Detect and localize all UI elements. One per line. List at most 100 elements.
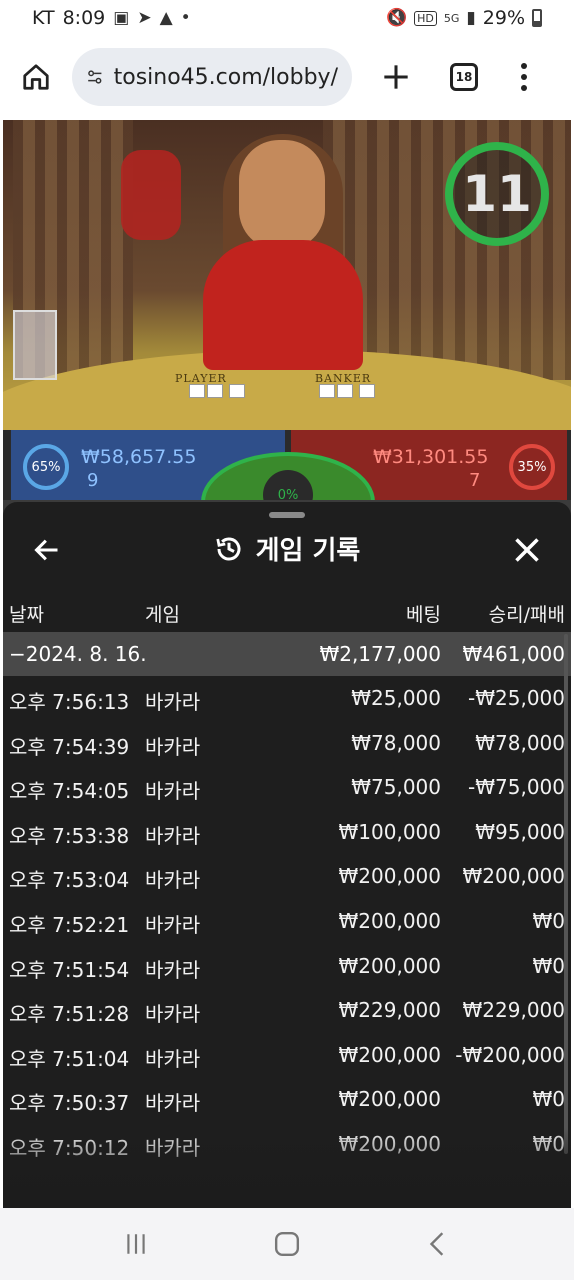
player-bettor-count: 9 <box>87 470 99 491</box>
recent-apps-icon <box>126 1234 145 1254</box>
table-row[interactable]: 오후 7:52:21 바카라 ₩200,000 ₩0 <box>3 899 571 944</box>
row-game: 바카라 <box>145 1046 201 1071</box>
table-row[interactable]: 오후 7:51:28 바카라 ₩229,000 ₩229,000 <box>3 988 571 1033</box>
column-date: 날짜 <box>9 604 44 626</box>
row-game: 바카라 <box>145 1135 201 1160</box>
game-history-modal: 게임 기록 날짜 게임 베팅 승리/패배 −2024. 8. 16. ₩2,17… <box>3 502 571 1208</box>
table-row[interactable]: 오후 7:53:38 바카라 ₩100,000 ₩95,000 <box>3 810 571 855</box>
home-button[interactable] <box>14 55 58 99</box>
dot-icon <box>521 63 527 69</box>
row-bet: ₩200,000 <box>338 864 441 889</box>
row-bet: ₩200,000 <box>338 1042 441 1067</box>
url-text: tosino45.com/lobby/ <box>113 64 338 90</box>
back-nav-button[interactable] <box>413 1224 463 1264</box>
date-group-row[interactable]: −2024. 8. 16. ₩2,177,000 ₩461,000 <box>3 632 571 676</box>
dealer-face <box>239 140 325 250</box>
row-time: 오후 7:54:39 <box>9 734 130 759</box>
row-winloss: ₩0 <box>532 1131 566 1156</box>
hd-icon: HD <box>414 10 437 26</box>
row-winloss: -₩75,000 <box>468 775 565 800</box>
row-winloss: ₩95,000 <box>475 819 565 844</box>
system-nav-bar <box>0 1208 574 1280</box>
table-row[interactable]: 오후 7:54:05 바카라 ₩75,000 -₩75,000 <box>3 765 571 810</box>
new-tab-button[interactable] <box>376 57 416 97</box>
row-time: 오후 7:50:12 <box>9 1135 130 1160</box>
dealer-video: PLAYER BANKER 11 <box>3 120 571 430</box>
row-time: 오후 7:51:04 <box>9 1046 130 1071</box>
player-percent: 65% <box>23 444 69 490</box>
row-time: 오후 7:56:13 <box>9 690 130 714</box>
dealer-body <box>203 240 363 370</box>
table-row[interactable]: 오후 7:50:37 바카라 ₩200,000 ₩0 <box>3 1077 571 1122</box>
row-bet: ₩200,000 <box>338 953 441 978</box>
row-winloss: ₩200,000 <box>462 864 565 889</box>
banker-card <box>319 384 335 398</box>
table-header: 날짜 게임 베팅 승리/패배 <box>3 592 571 632</box>
banker-percent: 35% <box>509 444 555 490</box>
row-game: 바카라 <box>145 734 201 759</box>
row-game: 바카라 <box>145 1091 201 1116</box>
row-game: 바카라 <box>145 690 201 714</box>
row-bet: ₩25,000 <box>351 686 441 710</box>
row-bet: ₩229,000 <box>338 998 441 1023</box>
column-winloss: 승리/패배 <box>488 604 565 626</box>
drag-handle[interactable] <box>269 512 305 518</box>
dot-icon: • <box>180 8 191 28</box>
row-time: 오후 7:53:04 <box>9 868 130 893</box>
battery-percent: 29% <box>482 7 525 29</box>
player-card <box>189 384 205 398</box>
banker-bet-amount: ₩31,301.55 <box>373 446 489 468</box>
home-nav-button[interactable] <box>262 1224 312 1264</box>
address-bar[interactable]: tosino45.com/lobby/ <box>72 48 352 106</box>
row-bet: ₩100,000 <box>338 819 441 844</box>
row-winloss: ₩0 <box>532 908 566 933</box>
table-row[interactable]: 오후 7:53:04 바카라 ₩200,000 ₩200,000 <box>3 854 571 899</box>
table-row[interactable]: 오후 7:51:54 바카라 ₩200,000 ₩0 <box>3 944 571 989</box>
group-date: −2024. 8. 16. <box>9 642 147 666</box>
history-table: 날짜 게임 베팅 승리/패배 −2024. 8. 16. ₩2,177,000 … <box>3 592 571 1167</box>
column-game: 게임 <box>145 604 180 626</box>
timer-value: 11 <box>462 165 532 223</box>
home-square-icon <box>274 1231 300 1257</box>
table-row[interactable]: 오후 7:56:13 바카라 ₩25,000 -₩25,000 <box>3 676 571 721</box>
row-winloss: -₩25,000 <box>468 686 565 710</box>
close-button[interactable] <box>509 532 545 568</box>
row-bet: ₩200,000 <box>338 1087 441 1112</box>
image-icon: ▣ <box>113 8 130 28</box>
row-winloss: -₩200,000 <box>455 1042 565 1067</box>
warning-icon: ▲ <box>159 8 173 28</box>
tab-switcher-button[interactable]: 18 <box>450 63 478 91</box>
dot-icon <box>521 85 527 91</box>
background-dealer <box>121 150 181 240</box>
row-winloss: ₩0 <box>532 953 566 978</box>
countdown-timer: 11 <box>445 142 549 246</box>
row-time: 오후 7:54:05 <box>9 779 130 804</box>
recent-apps-button[interactable] <box>111 1224 161 1264</box>
modal-title: 게임 기록 <box>255 536 361 566</box>
row-bet: ₩75,000 <box>351 775 441 800</box>
table-row[interactable]: 오후 7:51:04 바카라 ₩200,000 -₩200,000 <box>3 1033 571 1078</box>
row-bet: ₩200,000 <box>338 908 441 933</box>
dot-icon <box>521 74 527 80</box>
row-time: 오후 7:53:38 <box>9 823 130 848</box>
row-time: 오후 7:50:37 <box>9 1091 130 1116</box>
row-game: 바카라 <box>145 868 201 893</box>
row-time: 오후 7:51:54 <box>9 957 130 982</box>
status-bar: KT 8:09 ▣ ➤ ▲ • 🔇 HD 5G ▮ 29% <box>0 0 574 36</box>
table-row[interactable]: 오후 7:54:39 바카라 ₩78,000 ₩78,000 <box>3 721 571 766</box>
row-time: 오후 7:52:21 <box>9 912 130 937</box>
browser-menu-button[interactable] <box>518 63 530 91</box>
close-icon <box>515 538 539 562</box>
plus-icon <box>384 65 408 89</box>
scrollbar[interactable] <box>564 634 568 1154</box>
history-icon <box>216 537 241 561</box>
table-row[interactable]: 오후 7:50:12 바카라 ₩200,000 ₩0 <box>3 1122 571 1167</box>
telegram-icon: ➤ <box>137 8 152 28</box>
player-bet-amount: ₩58,657.55 <box>81 446 197 468</box>
banker-bettor-count: 7 <box>469 470 481 491</box>
banker-card <box>337 384 353 398</box>
site-settings-icon[interactable] <box>86 65 104 89</box>
column-bet: 베팅 <box>406 604 441 626</box>
carrier-label: KT <box>32 7 55 29</box>
network-type: 5G <box>443 11 460 25</box>
